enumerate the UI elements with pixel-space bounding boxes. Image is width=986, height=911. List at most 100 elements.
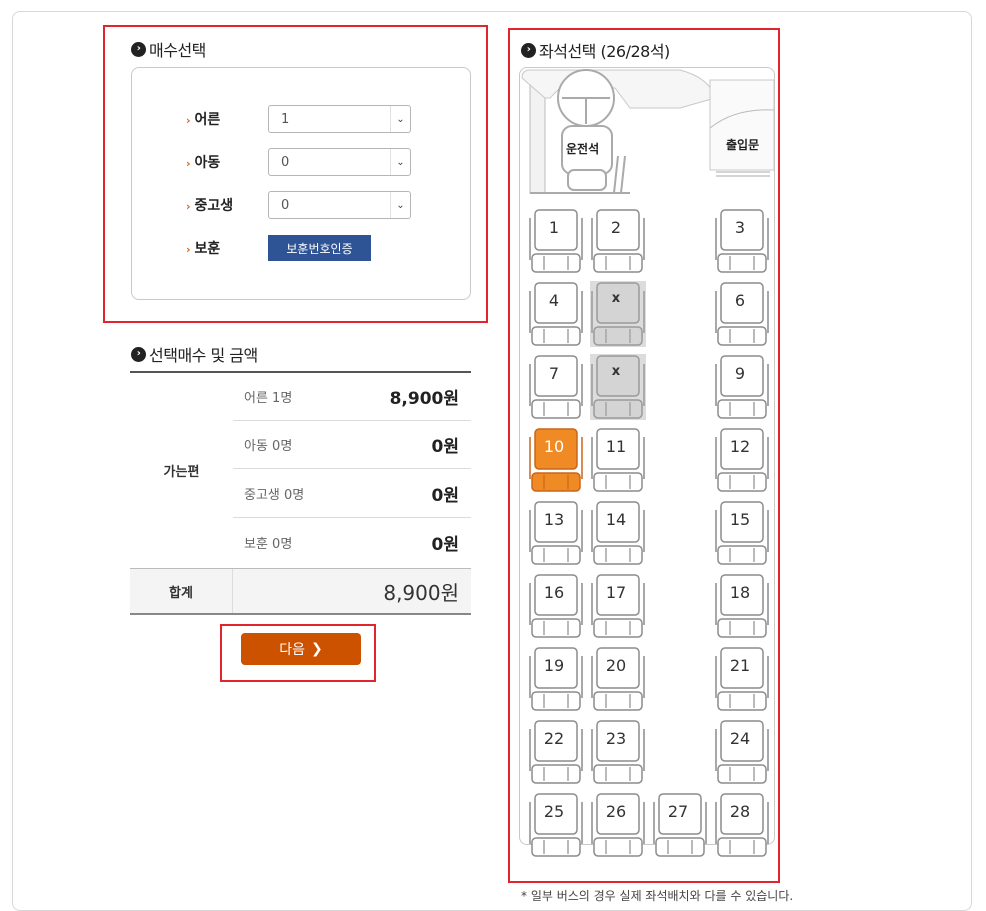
seat-23[interactable]: 23 (588, 719, 648, 785)
summary-row-adult: 어른 1명 8,900원 (233, 373, 471, 421)
student-select-value: 0 (281, 197, 290, 213)
qty-label-child: › 아동 (186, 152, 268, 172)
seat-number: 14 (605, 510, 627, 529)
seat-21[interactable]: 21 (712, 646, 772, 712)
child-select[interactable]: 0 ⌄ (268, 148, 411, 176)
seat-19[interactable]: 19 (526, 646, 586, 712)
summary-row-amount: 0원 (431, 486, 459, 506)
seat-22[interactable]: 22 (526, 719, 586, 785)
seat-10[interactable]: 10 (526, 427, 586, 493)
bullet-icon: › (521, 42, 536, 58)
seat-24[interactable]: 24 (712, 719, 772, 785)
seat-11[interactable]: 11 (588, 427, 648, 493)
summary-row-label: 어른 1명 (244, 391, 293, 406)
seat-number: 23 (605, 729, 627, 748)
qty-label-text: 아동 (194, 155, 221, 171)
arrow-icon: › (186, 200, 191, 213)
summary-row-label: 아동 0명 (244, 439, 293, 454)
veteran-verify-button[interactable]: 보훈번호인증 (268, 235, 371, 261)
seat-3[interactable]: 3 (712, 208, 772, 274)
seat-28[interactable]: 28 (712, 792, 772, 858)
qty-title-text: 매수선택 (149, 41, 206, 60)
total-label: 합계 (130, 569, 233, 613)
qty-label-veteran: › 보훈 (186, 238, 268, 258)
summary-section-title: › 선택매수 및 금액 (131, 342, 258, 366)
seat-number: 4 (548, 291, 560, 310)
adult-select-value: 1 (281, 111, 290, 127)
student-select[interactable]: 0 ⌄ (268, 191, 411, 219)
arrow-icon: › (186, 114, 191, 127)
arrow-icon: › (186, 243, 191, 256)
bullet-icon: › (131, 41, 146, 57)
seat-number: x (611, 364, 621, 379)
qty-label-text: 어른 (194, 112, 221, 128)
seat-layout-note: * 일부 버스의 경우 실제 좌석배치와 다를 수 있습니다. (521, 889, 794, 903)
summary-row-student: 중고생 0명 0원 (233, 470, 471, 518)
seat-1[interactable]: 1 (526, 208, 586, 274)
seat-number: 26 (605, 802, 627, 821)
seat-number: 10 (543, 437, 565, 456)
seat-number: 13 (543, 510, 565, 529)
seat-number: 6 (734, 291, 746, 310)
seat-number: 22 (543, 729, 565, 748)
seat-number: 9 (734, 364, 746, 383)
seat-17[interactable]: 17 (588, 573, 648, 639)
summary-row-amount: 0원 (431, 534, 459, 555)
next-button-label: 다음 (279, 642, 306, 658)
chevron-down-icon: ⌄ (390, 106, 410, 132)
seat-6[interactable]: 6 (712, 281, 772, 347)
seat-13[interactable]: 13 (526, 500, 586, 566)
seat-16[interactable]: 16 (526, 573, 586, 639)
seat-number: 18 (729, 583, 751, 602)
seat-number: x (611, 291, 621, 306)
qty-row-student: › 중고생 0 ⌄ (186, 191, 411, 219)
seat-number: 7 (548, 364, 560, 383)
seat-20[interactable]: 20 (588, 646, 648, 712)
qty-label-adult: › 어른 (186, 109, 268, 129)
seat-number: 21 (729, 656, 751, 675)
seat-2[interactable]: 2 (588, 208, 648, 274)
seat-number: 27 (667, 802, 689, 821)
seat-12[interactable]: 12 (712, 427, 772, 493)
chevron-down-icon: ⌄ (390, 192, 410, 218)
seat-number: 15 (729, 510, 751, 529)
summary-row-amount: 0원 (431, 437, 459, 457)
seat-27[interactable]: 27 (650, 792, 710, 858)
seat-number: 3 (734, 218, 746, 237)
chevron-down-icon: ⌄ (390, 149, 410, 175)
seat-number: 11 (605, 437, 627, 456)
qty-label-student: › 중고생 (186, 195, 268, 215)
arrow-icon: › (186, 157, 191, 170)
adult-select[interactable]: 1 ⌄ (268, 105, 411, 133)
seat-number: 24 (729, 729, 751, 748)
seat-number: 1 (548, 218, 560, 237)
seat-7[interactable]: 7 (526, 354, 586, 420)
seat-number: 17 (605, 583, 627, 602)
seat-5: x (588, 281, 648, 347)
seat-4[interactable]: 4 (526, 281, 586, 347)
seat-14[interactable]: 14 (588, 500, 648, 566)
seat-number: 19 (543, 656, 565, 675)
seat-number: 16 (543, 583, 565, 602)
seat-number: 25 (543, 802, 565, 821)
seat-25[interactable]: 25 (526, 792, 586, 858)
seat-8: x (588, 354, 648, 420)
qty-label-text: 보훈 (194, 241, 221, 257)
direction-label: 가는편 (163, 464, 200, 480)
next-button[interactable]: 다음 ❯ (241, 633, 361, 665)
qty-panel: › 어른 1 ⌄ › 아동 0 ⌄ › 중고생 0 ⌄ › 보훈 보훈번호인증 (131, 67, 471, 300)
summary-table: 가는편 어른 1명 8,900원 아동 0명 0원 중고생 0명 0원 보훈 0명 0원… (130, 371, 471, 615)
seat-18[interactable]: 18 (712, 573, 772, 639)
seat-number: 12 (729, 437, 751, 456)
chevron-right-icon: ❯ (311, 641, 323, 657)
seat-9[interactable]: 9 (712, 354, 772, 420)
seat-26[interactable]: 26 (588, 792, 648, 858)
seat-15[interactable]: 15 (712, 500, 772, 566)
seat-number: 28 (729, 802, 751, 821)
qty-row-veteran: › 보훈 보훈번호인증 (186, 234, 371, 262)
qty-section-title: › 매수선택 (131, 37, 206, 61)
seat-title-text: 좌석선택 (26/28석) (539, 42, 670, 61)
qty-row-child: › 아동 0 ⌄ (186, 148, 411, 176)
driver-seat-label: 운전석 (566, 142, 600, 156)
total-row: 합계 8,900원 (130, 568, 471, 615)
